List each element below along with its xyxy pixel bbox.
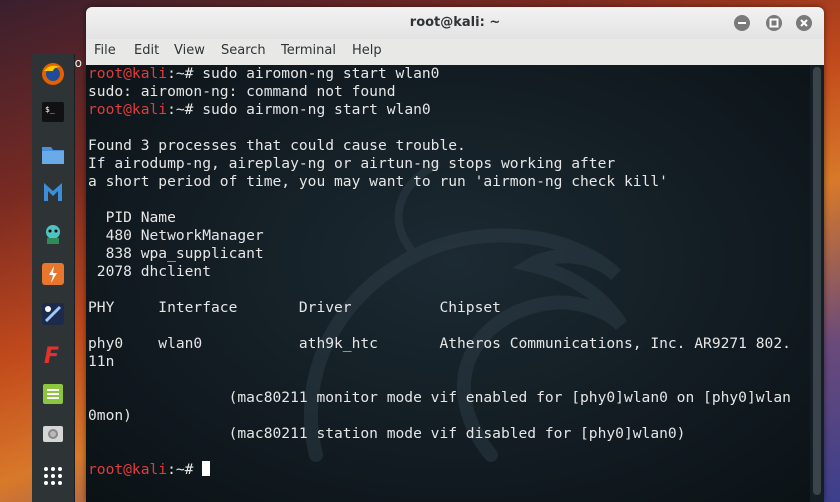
title-bar[interactable]: root@kali: ~: [86, 7, 824, 39]
prompt-user: root@kali: [88, 101, 168, 118]
maximize-icon[interactable]: [766, 15, 782, 31]
terminal-output-line: 0mon): [88, 407, 806, 425]
show-apps-icon[interactable]: [37, 460, 69, 492]
faraday-icon[interactable]: F: [37, 338, 69, 370]
menu-view[interactable]: View: [174, 43, 205, 58]
line-text: 11n: [88, 353, 115, 370]
menu-terminal[interactable]: Terminal: [281, 43, 336, 58]
menu-file[interactable]: File: [94, 43, 116, 58]
terminal-output-line: Found 3 processes that could cause troub…: [88, 137, 806, 155]
line-text: phy0 wlan0 ath9k_htc Atheros Communicati…: [88, 335, 791, 352]
files-icon[interactable]: [37, 138, 69, 170]
line-text: (mac80211 monitor mode vif enabled for […: [88, 389, 791, 406]
line-text: (mac80211 station mode vif disabled for …: [88, 425, 686, 442]
text-cursor: [202, 461, 211, 476]
armitage-icon[interactable]: [37, 218, 69, 250]
menu-edit[interactable]: Edit: [134, 43, 159, 58]
prompt-path: :~#: [167, 101, 203, 118]
terminal-output-line: a short period of time, you may want to …: [88, 173, 806, 191]
burpsuite-icon[interactable]: [37, 258, 69, 290]
terminal-prompt-line: root@kali:~# sudo airomon-ng start wlan0: [88, 65, 806, 83]
line-text: sudo airmon-ng start wlan0: [202, 101, 431, 118]
menu-search[interactable]: Search: [221, 43, 266, 58]
maltego-icon[interactable]: [37, 298, 69, 330]
firefox-icon[interactable]: [37, 58, 69, 90]
line-text: PHY Interface Driver Chipset: [88, 299, 501, 316]
svg-text:F: F: [44, 344, 59, 367]
menu-help[interactable]: Help: [352, 43, 382, 58]
terminal-output-line: phy0 wlan0 ath9k_htc Atheros Communicati…: [88, 335, 806, 353]
scrollbar[interactable]: [810, 65, 824, 502]
terminal-output-line: 11n: [88, 353, 806, 371]
terminal-window: root@kali: ~ File Edit View Search Termi…: [86, 7, 824, 502]
line-text: 2078 dhclient: [88, 263, 212, 280]
prompt-user: root@kali: [88, 461, 168, 478]
terminal-output: root@kali:~# sudo airomon-ng start wlan0…: [88, 65, 806, 479]
terminal-prompt-line: root@kali:~# sudo airmon-ng start wlan0: [88, 101, 806, 119]
scrollbar-thumb[interactable]: [813, 67, 821, 495]
terminal-area[interactable]: root@kali:~# sudo airomon-ng start wlan0…: [86, 65, 824, 502]
terminal-prompt-line: root@kali:~#: [88, 461, 806, 479]
line-text: 480 NetworkManager: [88, 227, 264, 244]
terminal-output-line: PID Name: [88, 209, 806, 227]
line-text: sudo airomon-ng start wlan0: [202, 65, 440, 82]
prompt-path: :~#: [167, 65, 203, 82]
terminal-icon[interactable]: $_: [37, 96, 69, 128]
terminal-output-line: (mac80211 station mode vif disabled for …: [88, 425, 806, 443]
dock: $_ F: [32, 54, 75, 502]
line-text: If airodump-ng, aireplay-ng or airtun-ng…: [88, 155, 616, 172]
terminal-output-line: If airodump-ng, aireplay-ng or airtun-ng…: [88, 155, 806, 173]
line-text: Found 3 processes that could cause troub…: [88, 137, 466, 154]
line-text: PID Name: [88, 209, 176, 226]
terminal-output-line: PHY Interface Driver Chipset: [88, 299, 806, 317]
line-text: a short period of time, you may want to …: [88, 173, 668, 190]
close-icon[interactable]: [796, 15, 812, 31]
prompt-path: :~#: [167, 461, 203, 478]
leafpad-icon[interactable]: [37, 378, 69, 410]
screenshot-icon[interactable]: [37, 418, 69, 450]
terminal-output-line: (mac80211 monitor mode vif enabled for […: [88, 389, 806, 407]
terminal-output-line: 838 wpa_supplicant: [88, 245, 806, 263]
prompt-user: root@kali: [88, 65, 168, 82]
terminal-output-line: sudo: airomon-ng: command not found: [88, 83, 806, 101]
minimize-icon[interactable]: [734, 15, 750, 31]
line-text: 0mon): [88, 407, 132, 424]
window-title: root@kali: ~: [409, 15, 501, 30]
svg-text:$_: $_: [45, 105, 55, 114]
terminal-output-line: 2078 dhclient: [88, 263, 806, 281]
terminal-output-line: 480 NetworkManager: [88, 227, 806, 245]
metasploit-icon[interactable]: [37, 176, 69, 208]
menu-bar: File Edit View Search Terminal Help: [86, 39, 824, 66]
line-text: sudo: airomon-ng: command not found: [88, 83, 396, 100]
line-text: 838 wpa_supplicant: [88, 245, 264, 262]
